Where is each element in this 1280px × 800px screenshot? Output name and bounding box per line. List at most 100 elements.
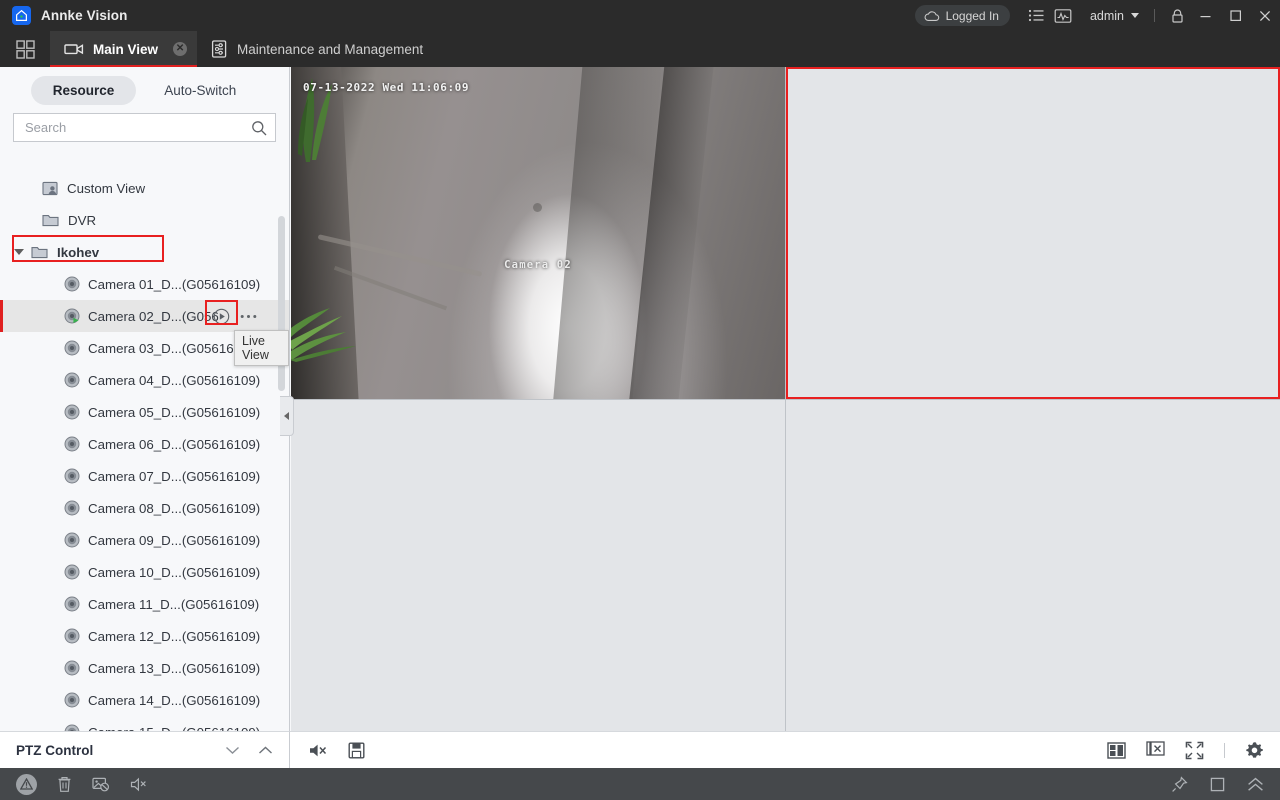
cloud-status-button[interactable]: Logged In <box>915 5 1010 26</box>
status-bar-left <box>16 774 148 795</box>
cloud-icon <box>924 10 940 22</box>
ptz-control-bar[interactable]: PTZ Control <box>0 731 290 768</box>
trash-icon[interactable] <box>57 776 72 793</box>
tab-label: Maintenance and Management <box>237 42 423 57</box>
video-cell-1[interactable]: 07-13-2022 Wed 11:06:09 Camera 02 <box>291 67 785 399</box>
tree-item-label: Camera 13_D...(G05616109) <box>88 661 260 676</box>
more-options-icon[interactable] <box>240 314 257 319</box>
minimize-icon[interactable] <box>1190 0 1220 31</box>
video-cell-2[interactable] <box>786 67 1280 399</box>
search-box[interactable] <box>13 113 276 142</box>
fullscreen-icon[interactable] <box>1185 741 1204 760</box>
camera-icon <box>64 276 80 292</box>
feed-plant-bottom <box>291 292 376 362</box>
tree-item-label: Camera 14_D...(G05616109) <box>88 693 260 708</box>
tree-item-custom-view[interactable]: Custom View <box>0 172 289 204</box>
video-cell-4[interactable] <box>786 400 1280 732</box>
tooltip-live-view: Live View <box>234 330 289 366</box>
layout-icon[interactable] <box>1107 742 1126 759</box>
tree-item-label: Camera 08_D...(G05616109) <box>88 501 260 516</box>
camera-icon <box>64 596 80 612</box>
tab-auto-switch[interactable]: Auto-Switch <box>142 76 258 105</box>
app-grid-icon[interactable] <box>0 31 50 67</box>
tree-item-camera-11[interactable]: Camera 11_D...(G05616109) <box>0 588 289 620</box>
play-circle-icon[interactable] <box>213 308 230 325</box>
tab-maintenance-and-management[interactable]: Maintenance and Management <box>197 31 433 67</box>
chevron-up-double-icon[interactable] <box>1247 777 1264 792</box>
search-input[interactable] <box>25 120 251 135</box>
tree-item-camera-13[interactable]: Camera 13_D...(G05616109) <box>0 652 289 684</box>
app-title: Annke Vision <box>41 8 127 23</box>
tree-item-camera-10[interactable]: Camera 10_D...(G05616109) <box>0 556 289 588</box>
tab-main-view[interactable]: Main View ✕ <box>50 31 197 67</box>
tab-label: Main View <box>93 42 158 57</box>
audio-muted-icon[interactable] <box>130 777 148 792</box>
tree-item-camera-06[interactable]: Camera 06_D...(G05616109) <box>0 428 289 460</box>
cloud-status-label: Logged In <box>946 9 999 23</box>
sidebar-collapse-handle[interactable] <box>280 396 294 436</box>
tree-item-label: DVR <box>68 213 96 228</box>
resource-sidebar: Resource Auto-Switch <box>0 67 290 731</box>
tree-item-camera-01[interactable]: Camera 01_D...(G05616109) <box>0 268 289 300</box>
custom-view-icon <box>42 181 58 196</box>
tree-item-camera-08[interactable]: Camera 08_D...(G05616109) <box>0 492 289 524</box>
tree-item-label: Camera 02_D...(G056 <box>88 309 219 324</box>
osd-camera-name: Camera 02 <box>504 259 572 271</box>
triangle-expanded-icon[interactable] <box>14 249 24 255</box>
tree-item-camera-14[interactable]: Camera 14_D...(G05616109) <box>0 684 289 716</box>
tree-item-label: Camera 10_D...(G05616109) <box>88 565 260 580</box>
camera-icon <box>64 564 80 580</box>
tree-item-label: Ikohev <box>57 245 99 260</box>
close-all-icon[interactable] <box>1146 741 1165 759</box>
tree-item-label: Camera 09_D...(G05616109) <box>88 533 260 548</box>
pin-icon[interactable] <box>1171 776 1188 793</box>
tree-item-ikohev[interactable]: Ikohev <box>0 236 289 268</box>
close-icon[interactable] <box>1250 0 1280 31</box>
row-action-group <box>213 308 257 325</box>
maximize-icon[interactable] <box>1220 0 1250 31</box>
tab-bar: Main View ✕ Maintenance and Management <box>0 31 1280 67</box>
tree-item-label: Camera 11_D...(G05616109) <box>88 597 259 612</box>
tree-item-camera-02[interactable]: Camera 02_D...(G056 <box>0 300 289 332</box>
status-bar-right <box>1171 776 1264 793</box>
camera-icon <box>64 724 80 731</box>
camera-icon <box>64 404 80 420</box>
camera-icon <box>64 532 80 548</box>
tree-item-label: Camera 05_D...(G05616109) <box>88 405 260 420</box>
camera-icon <box>64 692 80 708</box>
tree-item-camera-09[interactable]: Camera 09_D...(G05616109) <box>0 524 289 556</box>
square-icon[interactable] <box>1210 777 1225 792</box>
mute-icon[interactable] <box>308 742 328 759</box>
search-icon[interactable] <box>251 120 267 136</box>
alarm-icon[interactable] <box>16 774 37 795</box>
image-disabled-icon[interactable] <box>92 776 110 792</box>
video-camera-icon <box>64 42 84 56</box>
camera-icon <box>64 500 80 516</box>
tab-resource[interactable]: Resource <box>31 76 137 105</box>
chevron-down-icon[interactable] <box>225 746 240 755</box>
chevron-down-icon <box>1131 13 1139 18</box>
lock-icon[interactable] <box>1164 0 1190 31</box>
tree-item-camera-12[interactable]: Camera 12_D...(G05616109) <box>0 620 289 652</box>
chevron-up-icon[interactable] <box>258 746 273 755</box>
tree-item-camera-05[interactable]: Camera 05_D...(G05616109) <box>0 396 289 428</box>
list-icon[interactable] <box>1024 0 1050 31</box>
resource-tree: Custom View DVR Ikohev <box>0 172 289 731</box>
user-menu-button[interactable]: admin <box>1076 9 1145 23</box>
activity-chart-icon[interactable] <box>1050 0 1076 31</box>
camera-icon <box>64 468 80 484</box>
toolbar-divider <box>1224 743 1225 758</box>
tree-item-camera-04[interactable]: Camera 04_D...(G05616109) <box>0 364 289 396</box>
capture-icon[interactable] <box>348 742 365 759</box>
tree-item-camera-07[interactable]: Camera 07_D...(G05616109) <box>0 460 289 492</box>
folder-icon <box>42 213 59 227</box>
settings-gear-icon[interactable] <box>1245 741 1264 760</box>
video-wall: 07-13-2022 Wed 11:06:09 Camera 02 <box>290 67 1280 731</box>
tree-item-camera-15[interactable]: Camera 15_D...(G05616109) <box>0 716 289 731</box>
osd-timestamp: 07-13-2022 Wed 11:06:09 <box>303 81 469 94</box>
camera-icon <box>64 660 80 676</box>
video-cell-3[interactable] <box>291 400 785 732</box>
camera-icon <box>64 628 80 644</box>
tree-item-dvr[interactable]: DVR <box>0 204 289 236</box>
tab-close-icon[interactable]: ✕ <box>173 42 187 56</box>
